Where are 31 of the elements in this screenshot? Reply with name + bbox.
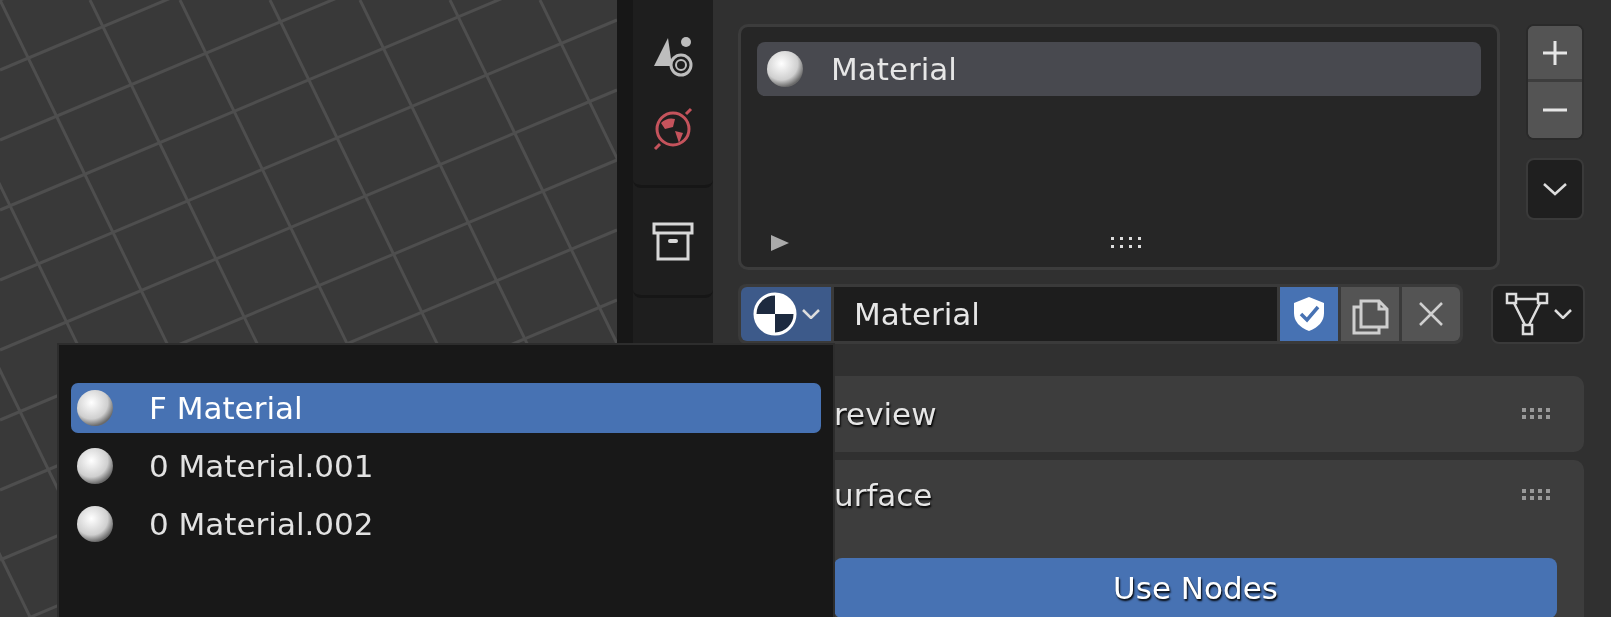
material-name-field[interactable]: Material xyxy=(834,287,1277,341)
panel-title[interactable]: review xyxy=(834,390,937,438)
sphere-icon xyxy=(75,388,115,428)
vertex-icon xyxy=(1504,291,1550,337)
material-browse-button[interactable] xyxy=(741,287,831,341)
panel-title[interactable]: urface xyxy=(834,471,933,519)
plus-icon xyxy=(1541,38,1569,67)
caret-icon xyxy=(1554,309,1572,319)
material-slot[interactable]: Material xyxy=(757,42,1481,96)
close-icon xyxy=(1417,300,1445,328)
sphere-icon xyxy=(75,504,115,544)
menu-item[interactable]: 0 Material.002 xyxy=(71,499,821,549)
add-button[interactable] xyxy=(1528,26,1582,82)
shield-icon xyxy=(1292,295,1326,333)
sphere-icon xyxy=(75,446,115,486)
fake-user-button[interactable] xyxy=(1280,287,1338,341)
minus-icon xyxy=(1541,108,1569,112)
close-button[interactable] xyxy=(1402,287,1460,341)
use-nodes-button[interactable]: Use Nodes xyxy=(834,558,1557,617)
chevron-icon xyxy=(1542,182,1568,196)
expand-arrow-icon[interactable] xyxy=(771,235,789,251)
mesh-mode-button[interactable] xyxy=(1491,284,1585,344)
duplicate-button[interactable] xyxy=(1341,287,1399,341)
material-sphere-icon xyxy=(752,291,798,337)
dropdown-button[interactable] xyxy=(1526,158,1584,220)
menu-item[interactable]: 0 Material.001 xyxy=(71,441,821,491)
archive-icon xyxy=(652,220,694,263)
caret-icon xyxy=(802,309,820,319)
resize-grip-icon[interactable] xyxy=(1111,237,1143,249)
sphere-icon xyxy=(765,49,805,89)
menu-item[interactable]: F Material xyxy=(71,383,821,433)
